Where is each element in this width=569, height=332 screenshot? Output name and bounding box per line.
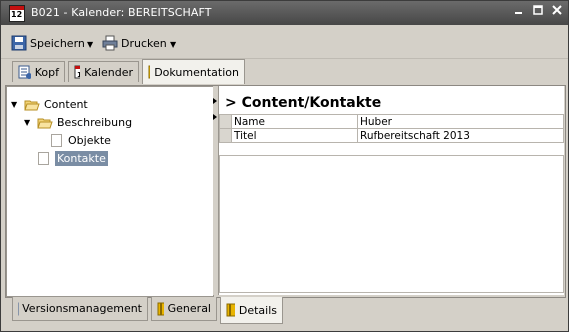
minimize-button[interactable] <box>512 5 526 19</box>
row-header[interactable] <box>219 128 232 143</box>
tree-item-kontakte[interactable]: Kontakte <box>38 150 108 166</box>
printer-icon <box>102 35 118 51</box>
print-dropdown-icon[interactable]: ▼ <box>170 40 176 49</box>
content-panel: ▼ Content ▼ Beschreibung Objekte Kontakt… <box>5 85 566 298</box>
detail-text-area[interactable] <box>219 155 564 293</box>
tree-item-content-label: Content <box>44 97 88 111</box>
save-button[interactable]: Speichern <box>11 34 85 52</box>
bottom-tabs: UCS Versionsmanagement General Details <box>1 297 568 327</box>
document-icon <box>51 133 62 147</box>
print-label: Drucken <box>121 36 167 50</box>
tab-versionsmanagement-label: Versionsmanagement <box>22 302 142 315</box>
table-cell-label: Name <box>231 114 358 129</box>
folder-open-icon <box>37 118 53 128</box>
tab-kopf[interactable]: Kopf <box>12 61 65 82</box>
tree-item-beschreibung[interactable]: Beschreibung <box>37 114 132 130</box>
tab-kalender[interactable]: 12 Kalender <box>68 61 139 82</box>
table-row[interactable]: Titel Rufbereitschaft 2013 <box>219 128 564 143</box>
save-icon <box>11 35 27 51</box>
book-icon <box>148 65 151 79</box>
print-button[interactable]: Drucken <box>102 34 167 52</box>
calendar-icon: 12 <box>9 5 25 22</box>
row-header[interactable] <box>219 114 232 129</box>
expand-arrow-icon[interactable]: ▼ <box>24 118 30 127</box>
tab-general-label: General <box>167 302 211 315</box>
tab-dokumentation-label: Dokumentation <box>154 65 239 79</box>
tab-kopf-label: Kopf <box>34 65 59 79</box>
tree-item-kontakte-label: Kontakte <box>55 150 108 166</box>
table-cell-value[interactable]: Huber <box>357 114 564 129</box>
tree-item-beschreibung-label: Beschreibung <box>57 115 133 129</box>
top-tabs: Kopf 12 Kalender Dokumentation <box>1 59 568 85</box>
svg-text:12: 12 <box>77 71 80 79</box>
title-bar[interactable]: 12 B021 - Kalender: BEREITSCHAFT <box>1 1 568 25</box>
save-label: Speichern <box>30 36 85 50</box>
main-window: 12 B021 - Kalender: BEREITSCHAFT Speiche… <box>0 0 569 332</box>
tree-item-objekte[interactable]: Objekte <box>51 132 111 148</box>
calendar-icon: 12 <box>74 65 81 79</box>
tab-kalender-label: Kalender <box>84 65 133 79</box>
tab-general[interactable]: General <box>151 297 217 321</box>
table-cell-label: Titel <box>231 128 358 143</box>
book-icon <box>157 302 164 315</box>
expand-arrow-icon[interactable]: ▼ <box>11 100 17 109</box>
list-icon <box>18 65 31 79</box>
detail-heading: > Content/Kontakte <box>225 95 382 111</box>
save-dropdown-icon[interactable]: ▼ <box>87 40 93 49</box>
table-row[interactable]: Name Huber <box>219 114 564 129</box>
document-icon <box>38 151 49 165</box>
close-button[interactable] <box>550 5 564 19</box>
detail-panel: > Content/Kontakte Name Huber Titel Rufb… <box>218 86 564 295</box>
table-cell-value[interactable]: Rufbereitschaft 2013 <box>357 128 564 143</box>
tree-panel[interactable]: ▼ Content ▼ Beschreibung Objekte Kontakt… <box>6 86 214 297</box>
tab-details-label: Details <box>238 303 277 317</box>
book-icon <box>226 303 235 317</box>
toolbar: Speichern ▼ Drucken ▼ <box>1 26 568 59</box>
folder-open-icon <box>24 100 40 110</box>
tab-details[interactable]: Details <box>220 297 283 324</box>
tab-dokumentation[interactable]: Dokumentation <box>142 59 245 84</box>
tree-item-content[interactable]: Content <box>24 96 88 112</box>
tree-item-objekte-label: Objekte <box>68 133 111 147</box>
maximize-button[interactable] <box>531 5 545 19</box>
properties-table: Name Huber Titel Rufbereitschaft 2013 <box>219 114 564 143</box>
tab-versionsmanagement[interactable]: UCS Versionsmanagement <box>12 297 148 321</box>
window-title: B021 - Kalender: BEREITSCHAFT <box>31 6 212 19</box>
